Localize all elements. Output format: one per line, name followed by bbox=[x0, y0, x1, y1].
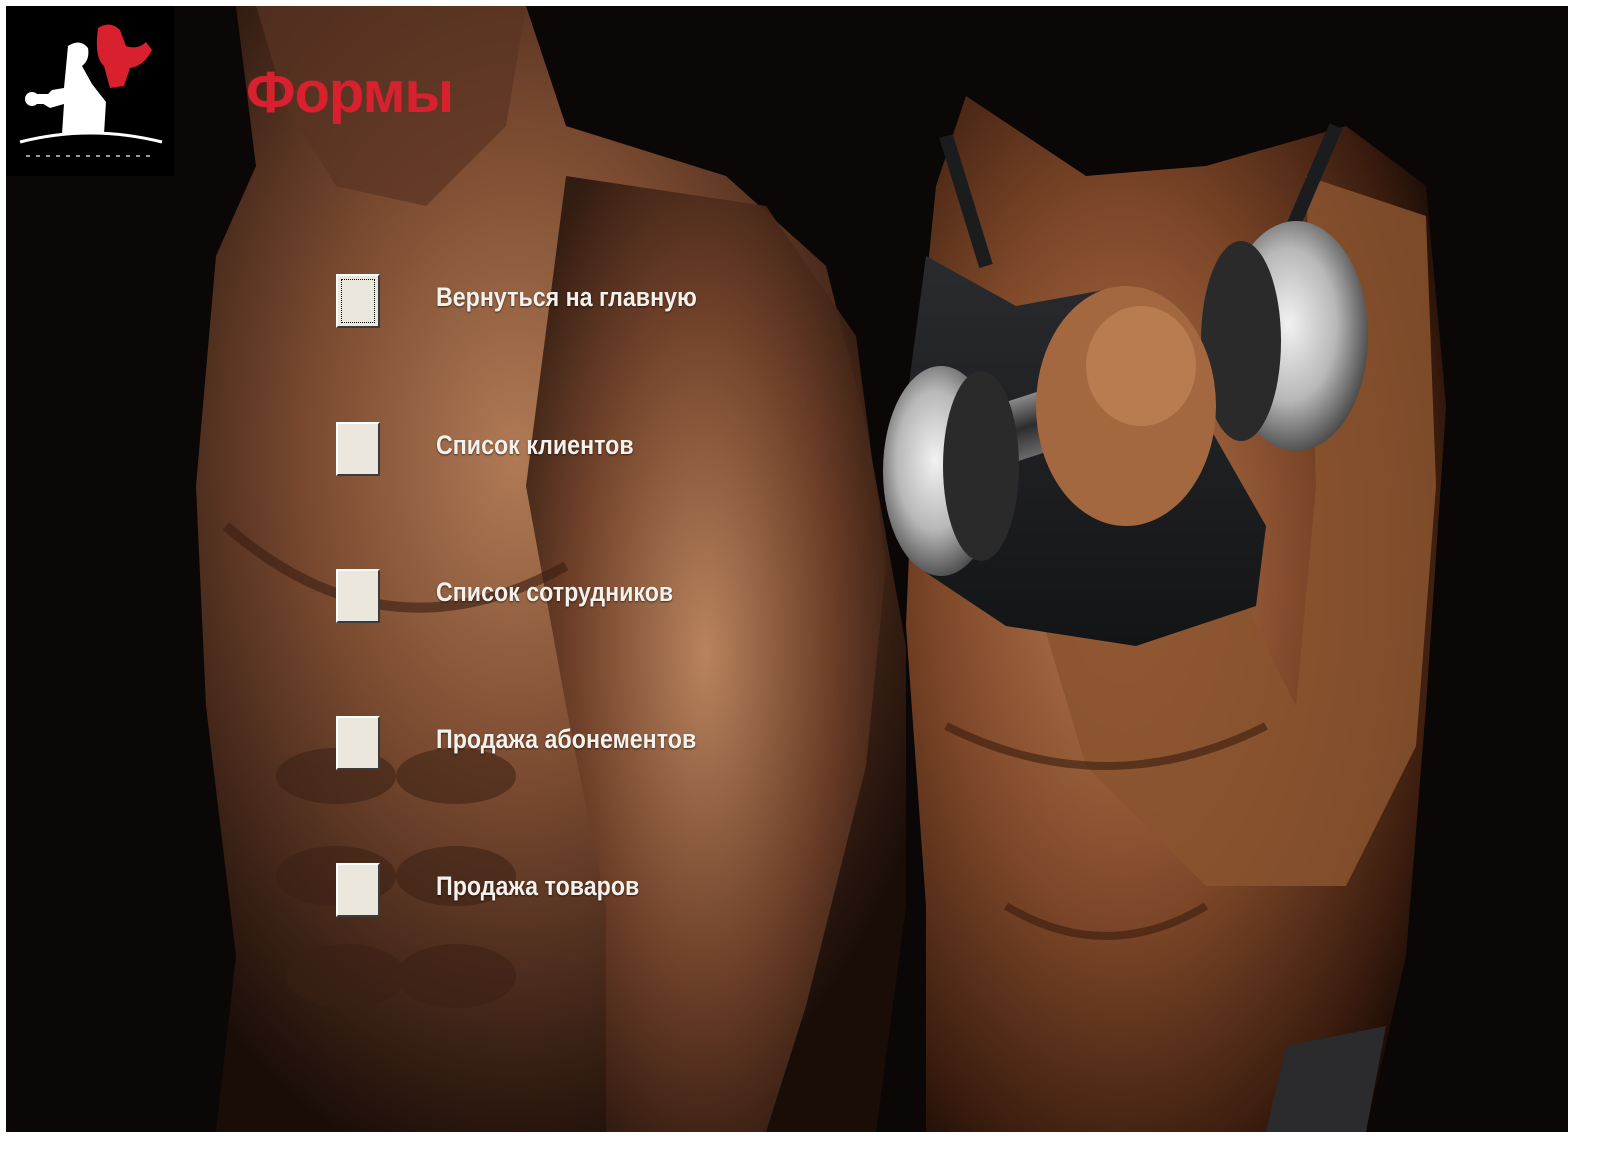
home-button[interactable] bbox=[336, 274, 380, 328]
products-label[interactable]: Продажа товаров bbox=[436, 871, 639, 902]
menu-item-subscriptions[interactable]: Продажа абонементов bbox=[336, 716, 856, 772]
logo bbox=[6, 6, 174, 176]
products-button[interactable] bbox=[336, 863, 380, 917]
subscriptions-button[interactable] bbox=[336, 716, 380, 770]
forms-window: Формы Вернуться на главную Список клиент… bbox=[6, 6, 1568, 1132]
menu-item-employees[interactable]: Список сотрудников bbox=[336, 569, 856, 625]
clients-label[interactable]: Список клиентов bbox=[436, 430, 634, 461]
employees-label[interactable]: Список сотрудников bbox=[436, 577, 673, 608]
fitness-club-logo-icon bbox=[6, 6, 174, 176]
page-title: Формы bbox=[246, 60, 454, 125]
menu-item-clients[interactable]: Список клиентов bbox=[336, 422, 856, 478]
home-label[interactable]: Вернуться на главную bbox=[436, 282, 697, 313]
employees-button[interactable] bbox=[336, 569, 380, 623]
menu-item-home[interactable]: Вернуться на главную bbox=[336, 274, 856, 330]
menu-item-products[interactable]: Продажа товаров bbox=[336, 863, 856, 919]
subscriptions-label[interactable]: Продажа абонементов bbox=[436, 724, 696, 755]
clients-button[interactable] bbox=[336, 422, 380, 476]
